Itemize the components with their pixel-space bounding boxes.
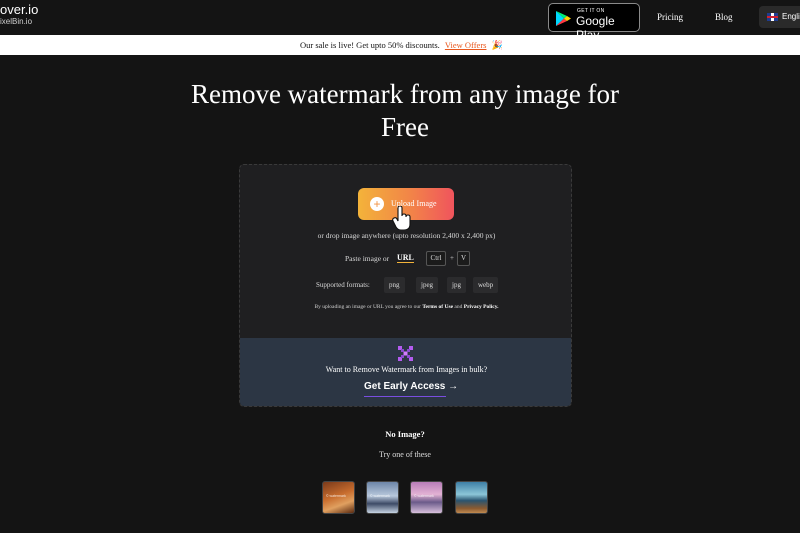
format-badge-jpg: jpg bbox=[447, 277, 466, 293]
try-samples-text: Try one of these bbox=[379, 450, 431, 459]
nav-pricing-link[interactable]: Pricing bbox=[657, 12, 683, 22]
google-play-icon bbox=[556, 11, 571, 26]
sample-image-3[interactable]: © watermark bbox=[410, 481, 443, 514]
bulk-grid-icon bbox=[398, 346, 413, 361]
early-access-label: Get Early Access bbox=[364, 381, 446, 392]
promo-banner: Our sale is live! Get upto 50% discounts… bbox=[0, 35, 800, 55]
format-badge-jpeg: jpeg bbox=[416, 277, 439, 293]
terms-prefix: By uploading an image or URL you agree t… bbox=[314, 304, 421, 310]
sample-image-1[interactable]: © watermark bbox=[322, 481, 355, 514]
brand-subtitle: ixelBin.io bbox=[0, 17, 33, 26]
url-link[interactable]: URL bbox=[397, 253, 414, 263]
page-title: Remove watermark from any image for Free bbox=[190, 79, 620, 142]
early-access-underline bbox=[364, 396, 446, 397]
bulk-text: Want to Remove Watermark from Images in … bbox=[325, 365, 488, 374]
terms-notice: By uploading an image or URL you agree t… bbox=[240, 304, 571, 310]
view-offers-link[interactable]: View Offers bbox=[445, 40, 487, 50]
top-navigation-bar: over.io ixelBin.io GET IT ON Google Play… bbox=[0, 0, 800, 42]
uk-flag-icon bbox=[767, 13, 778, 21]
no-image-heading: No Image? bbox=[385, 429, 425, 439]
terms-and: and bbox=[454, 304, 463, 310]
language-selector[interactable]: Engli bbox=[759, 6, 800, 28]
promo-content: Our sale is live! Get upto 50% discounts… bbox=[300, 40, 503, 51]
ctrl-key: Ctrl bbox=[426, 251, 446, 266]
drop-instructions: or drop image anywhere (upto resolution … bbox=[317, 231, 496, 240]
privacy-policy-link[interactable]: Privacy Policy. bbox=[464, 304, 499, 310]
formats-label: Supported formats: bbox=[316, 281, 370, 289]
sample-image-2[interactable]: © watermark bbox=[366, 481, 399, 514]
sample-image-4[interactable] bbox=[455, 481, 488, 514]
get-early-access-link[interactable]: Get Early Access → bbox=[364, 381, 458, 392]
format-badge-png: png bbox=[384, 277, 405, 293]
nav-blog-link[interactable]: Blog bbox=[715, 12, 733, 22]
party-popper-icon: 🎉 bbox=[491, 40, 503, 50]
google-play-button[interactable]: GET IT ON Google Play bbox=[548, 3, 640, 42]
sample-watermark: © watermark bbox=[370, 494, 390, 498]
brand-logo[interactable]: over.io ixelBin.io bbox=[0, 3, 38, 26]
language-label: Engli bbox=[782, 12, 800, 21]
hand-cursor-icon bbox=[392, 206, 411, 230]
bulk-panel: Want to Remove Watermark from Images in … bbox=[240, 338, 571, 406]
v-key: V bbox=[457, 251, 470, 266]
plus-icon: + bbox=[370, 197, 384, 211]
paste-label: Paste image or bbox=[345, 254, 390, 263]
sample-watermark: © watermark bbox=[414, 494, 434, 498]
format-badge-webp: webp bbox=[473, 277, 499, 293]
brand-name: over.io bbox=[0, 2, 39, 17]
promo-text: Our sale is live! Get upto 50% discounts… bbox=[300, 40, 440, 50]
upload-card[interactable]: + Upload Image or drop image anywhere (u… bbox=[239, 164, 572, 407]
sample-watermark: © watermark bbox=[326, 494, 346, 498]
arrow-right-icon: → bbox=[448, 381, 459, 392]
terms-of-use-link[interactable]: Terms of Use bbox=[422, 304, 453, 310]
key-plus: + bbox=[450, 254, 454, 262]
